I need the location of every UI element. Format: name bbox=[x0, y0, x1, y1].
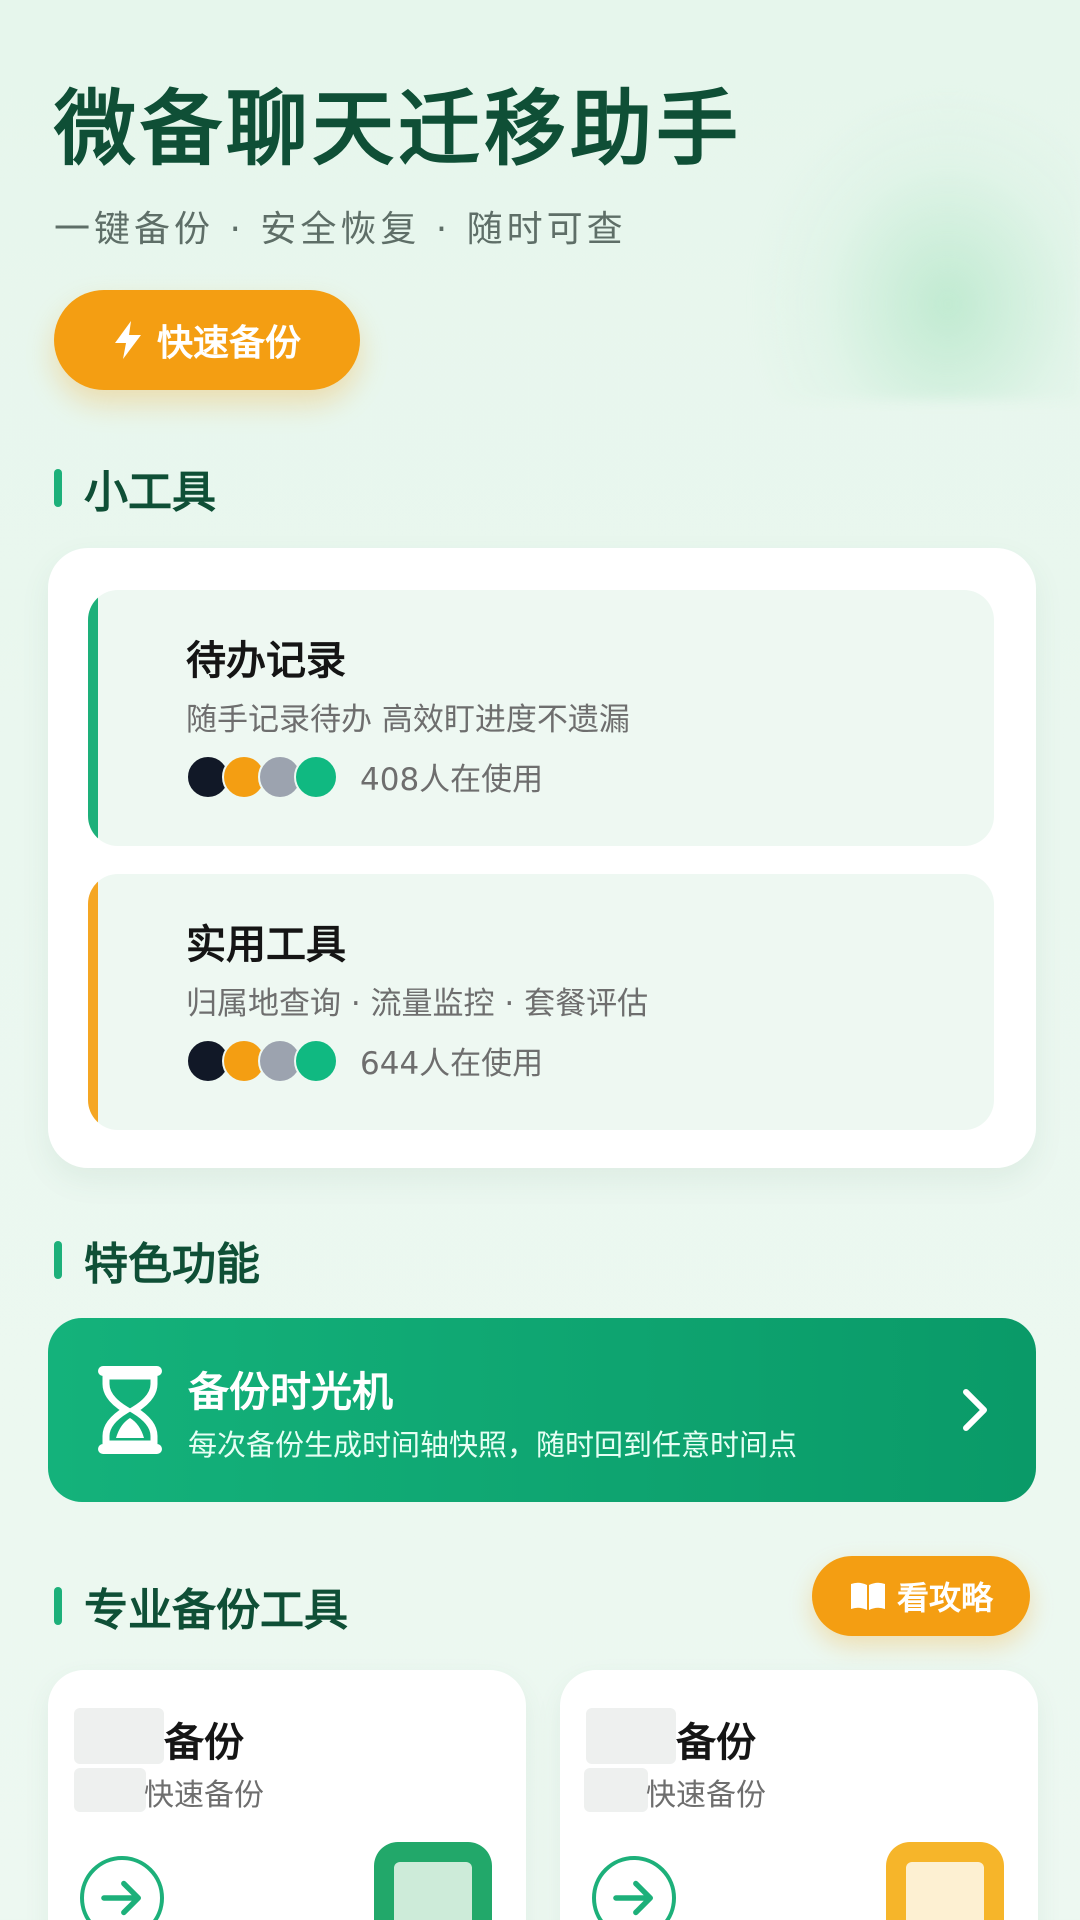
tool-accent-bar bbox=[88, 874, 98, 1130]
hourglass-icon bbox=[98, 1366, 162, 1454]
tool-accent-bar bbox=[88, 590, 98, 846]
section-bar bbox=[54, 1587, 62, 1625]
avatar-group bbox=[186, 1038, 338, 1083]
tool-name: 待办记录 bbox=[186, 638, 346, 684]
app-thumbnail bbox=[886, 1842, 1004, 1920]
time-machine-banner[interactable]: 备份时光机 每次备份生成时间轴快照，随时回到任意时间点 bbox=[48, 1318, 1036, 1502]
quick-backup-label: 快速备份 bbox=[156, 323, 301, 364]
avatar bbox=[294, 754, 338, 799]
page-title: 微备聊天迁移助手 bbox=[54, 82, 743, 177]
chevron-right-icon bbox=[963, 1389, 987, 1431]
app-thumbnail-inner bbox=[906, 1862, 984, 1920]
tool-todo[interactable]: 待办记录 随手记录待办 高效盯进度不遗漏 408人在使用 bbox=[88, 590, 994, 846]
arrow-right-icon[interactable] bbox=[80, 1856, 164, 1920]
background-decoration bbox=[750, 80, 1080, 400]
section-bar bbox=[54, 469, 62, 507]
pro-tool-name: 备份 bbox=[676, 1720, 756, 1766]
section-pro-header: 专业备份工具 bbox=[54, 1574, 348, 1638]
app-name-placeholder bbox=[586, 1708, 676, 1764]
page-subtitle: 一键备份 · 安全恢复 · 随时可查 bbox=[54, 209, 627, 250]
tool-desc: 归属地查询 · 流量监控 · 套餐评估 bbox=[186, 986, 649, 1022]
book-icon bbox=[850, 1582, 885, 1610]
section-pro-title: 专业备份工具 bbox=[84, 1585, 348, 1636]
user-count: 408人在使用 bbox=[360, 762, 544, 798]
section-tools-header: 小工具 bbox=[54, 456, 216, 520]
section-features-header: 特色功能 bbox=[54, 1228, 260, 1292]
feature-desc: 每次备份生成时间轴快照，随时回到任意时间点 bbox=[188, 1428, 798, 1462]
avatar-group bbox=[186, 754, 338, 799]
avatar bbox=[294, 1038, 338, 1083]
pro-tool-sub: 快速备份 bbox=[646, 1778, 766, 1813]
pro-tool-card[interactable]: 备份 快速备份 bbox=[48, 1670, 526, 1920]
section-tools-title: 小工具 bbox=[84, 467, 216, 518]
app-name-placeholder bbox=[74, 1708, 164, 1764]
arrow-right-icon[interactable] bbox=[592, 1856, 676, 1920]
quick-backup-button[interactable]: 快速备份 bbox=[54, 290, 360, 390]
tools-card: 待办记录 随手记录待办 高效盯进度不遗漏 408人在使用 实用工具 归属地查询 … bbox=[48, 548, 1036, 1168]
user-count: 644人在使用 bbox=[360, 1046, 544, 1082]
pro-tool-name: 备份 bbox=[164, 1720, 244, 1766]
guide-label: 看攻略 bbox=[896, 1579, 993, 1617]
lightning-icon bbox=[114, 321, 141, 359]
section-bar bbox=[54, 1241, 62, 1279]
app-name-placeholder bbox=[584, 1768, 648, 1812]
section-features-title: 特色功能 bbox=[84, 1239, 260, 1290]
app-name-placeholder bbox=[74, 1768, 146, 1812]
tool-desc: 随手记录待办 高效盯进度不遗漏 bbox=[186, 702, 630, 738]
tool-users: 644人在使用 bbox=[186, 1038, 543, 1083]
app-thumbnail bbox=[374, 1842, 492, 1920]
guide-button[interactable]: 看攻略 bbox=[812, 1556, 1030, 1636]
pro-tool-sub: 快速备份 bbox=[144, 1778, 264, 1813]
app-thumbnail-inner bbox=[394, 1862, 472, 1920]
tool-name: 实用工具 bbox=[186, 922, 346, 968]
tool-users: 408人在使用 bbox=[186, 754, 543, 799]
feature-title: 备份时光机 bbox=[188, 1368, 393, 1416]
tool-utilities[interactable]: 实用工具 归属地查询 · 流量监控 · 套餐评估 644人在使用 bbox=[88, 874, 994, 1130]
pro-tool-card[interactable]: 备份 快速备份 bbox=[560, 1670, 1038, 1920]
